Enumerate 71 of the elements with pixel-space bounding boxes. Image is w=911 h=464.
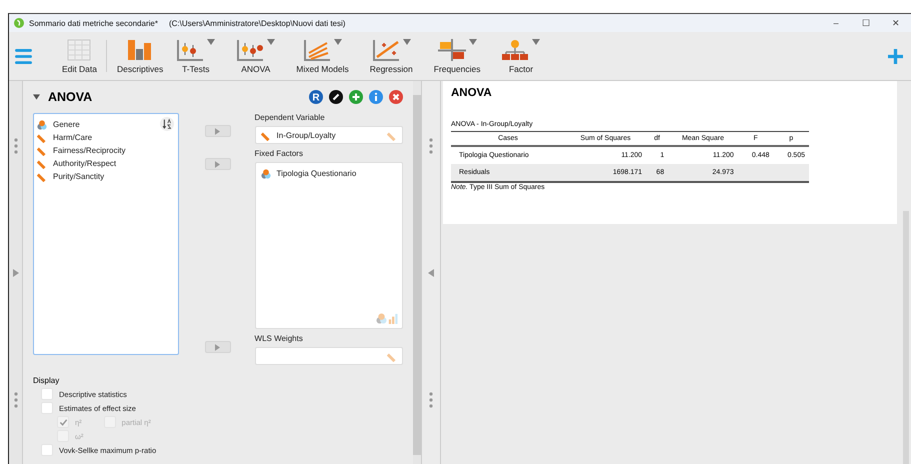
variable-list[interactable]: Genere Harm/Care Fairness/Reciprocity Authority/Respect Purity/Sanctity (33, 113, 179, 355)
means-plot-icon (236, 38, 264, 60)
ruler-icon (387, 352, 397, 362)
hierarchy-icon (501, 38, 530, 60)
nominal-ordinal-hint-icon (376, 313, 398, 324)
assign-arrow-button[interactable] (204, 158, 231, 170)
sort-icon[interactable] (160, 117, 174, 131)
file-path: (C:\Users\Amministratore\Desktop\Nuovi dati tesi) (168, 18, 346, 28)
spreadsheet-icon (65, 38, 94, 60)
variable-item[interactable]: Harm/Care (37, 131, 175, 144)
caret-icon (468, 38, 477, 44)
field-label: Fixed Factors (254, 149, 304, 159)
add-icon[interactable] (349, 90, 363, 104)
nominal-variable-icon (37, 120, 47, 130)
lines-plot-icon (302, 38, 331, 60)
toolbar-button[interactable]: T-Tests (172, 38, 220, 74)
means-plot-icon (176, 38, 204, 60)
ruler-icon (260, 130, 271, 140)
results-heading: ANOVA (451, 87, 493, 99)
regression-plot-icon (372, 38, 400, 60)
field-label: WLS Weights (254, 334, 304, 344)
caret-icon (267, 38, 276, 44)
variable-item[interactable]: In-Group/Loyalty (276, 131, 336, 140)
field-label: Dependent Variable (254, 113, 326, 123)
variable-item[interactable]: Tipologia Questionario (276, 169, 356, 178)
toolbar-button[interactable]: Mixed Models (292, 38, 353, 74)
caret-icon (334, 38, 342, 44)
variable-item[interactable]: Genere (37, 118, 175, 131)
info-icon[interactable] (369, 90, 383, 104)
arrow-icon (215, 128, 220, 134)
r-syntax-icon[interactable]: R (309, 90, 323, 104)
toolbar-button[interactable]: ANOVA (232, 38, 280, 74)
app-logo-icon (14, 18, 24, 28)
analysis-title: ANOVA (48, 90, 92, 104)
assign-arrow-button[interactable] (204, 341, 231, 353)
toolbar-button[interactable]: Factor (497, 38, 544, 74)
section-label: Display (33, 376, 60, 385)
drag-handle-icon[interactable] (429, 138, 433, 154)
menu-icon[interactable] (15, 48, 32, 64)
variable-item[interactable]: Fairness/Reciprocity (37, 144, 175, 157)
window-control[interactable]: ✕ (881, 18, 911, 28)
fixed-factors-field[interactable]: Tipologia Questionario (254, 162, 403, 329)
edit-icon[interactable] (329, 90, 343, 104)
toolbar-button[interactable]: Descriptives (112, 38, 168, 74)
ruler-icon (387, 131, 397, 141)
window-title: Sommario dati metriche secondarie* (29, 18, 158, 28)
toolbar-button[interactable]: Frequencies (430, 38, 484, 74)
expand-arrow-icon[interactable] (12, 268, 18, 277)
drag-handle-icon[interactable] (14, 392, 18, 408)
drag-handle-icon[interactable] (14, 138, 18, 154)
caret-icon (532, 38, 540, 44)
check-icon (58, 418, 68, 426)
variable-item[interactable]: Authority/Respect (37, 157, 175, 170)
scrollbar-thumb[interactable] (413, 95, 421, 455)
caret-icon (207, 38, 216, 44)
arrow-icon (215, 160, 220, 168)
variable-item[interactable]: Purity/Sanctity (37, 170, 175, 183)
window-control[interactable]: ☐ (851, 18, 881, 28)
collapse-arrow-icon[interactable] (33, 94, 40, 100)
caret-icon (402, 38, 411, 44)
dependent-variable-field[interactable]: In-Group/Loyalty (254, 126, 403, 144)
assign-arrow-button[interactable] (204, 125, 231, 137)
close-icon[interactable] (389, 90, 403, 104)
add-icon[interactable] (888, 48, 903, 64)
nominal-variable-icon (260, 168, 271, 178)
wls-weights-field[interactable] (254, 347, 403, 365)
frequency-table-icon (438, 38, 466, 60)
arrow-icon (215, 344, 220, 350)
window-control[interactable]: – (821, 18, 851, 28)
drag-handle-icon[interactable] (429, 392, 433, 408)
toolbar-button[interactable]: Regression (366, 38, 417, 74)
